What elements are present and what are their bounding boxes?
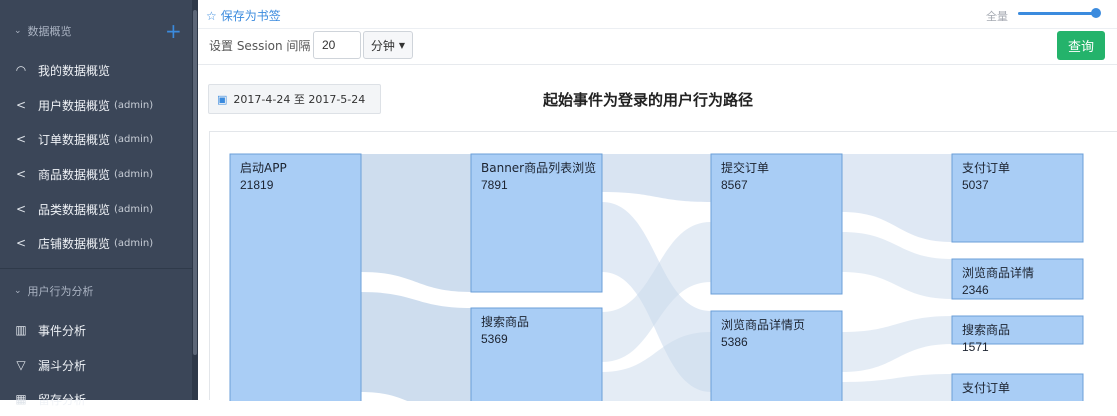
sankey-node[interactable]: 启动APP 21819 — [229, 153, 362, 401]
fullscreen-label: 全量 — [986, 10, 1008, 23]
sankey-node-label: 支付订单 — [962, 161, 1010, 175]
sankey-node-rect — [710, 153, 843, 295]
sidebar-item-label: 商品数据概览 — [38, 167, 111, 182]
sankey-node[interactable]: 支付订单 — [951, 373, 1084, 401]
sidebar-item-label: 订单数据概览 — [38, 132, 111, 147]
sankey-node-value: 21819 — [240, 178, 274, 192]
sankey-node-label: 搜索商品 — [962, 322, 1010, 337]
sankey-node-value: 2346 — [962, 283, 989, 297]
share-icon: < — [15, 167, 27, 181]
date-range-text: 2017-4-24 至 2017-5-24 — [233, 93, 366, 106]
sankey-node-value: 5037 — [962, 178, 989, 192]
admin-tag: (admin) — [114, 168, 154, 180]
sankey-node-label: 支付订单 — [962, 381, 1010, 395]
funnel-icon: ▽ — [16, 358, 26, 372]
sankey-chart: 启动APP 21819 Banner商品列表浏览 7891 搜索商品 5369 提交订单 85… — [229, 153, 1084, 401]
sankey-node[interactable]: 浏览商品详情页 5386 — [710, 310, 843, 401]
sankey-node-value: 1571 — [962, 340, 989, 354]
sankey-node-value: 5386 — [721, 335, 748, 349]
sidebar-item-label: 留存分析 — [38, 392, 87, 407]
fullscreen-slider[interactable] — [1018, 12, 1098, 15]
sankey-node-label: 浏览商品详情页 — [721, 317, 805, 332]
sidebar-item-label: 事件分析 — [38, 323, 87, 338]
date-range-picker[interactable]: ▣ 2017-4-24 至 2017-5-24 — [208, 84, 381, 114]
sidebar-item-event-analysis[interactable]: ▥ 事件分析 — [0, 313, 192, 347]
sankey-node[interactable]: 搜索商品 5369 — [470, 307, 603, 401]
sidebar-divider — [0, 268, 192, 269]
section-header-behavior[interactable]: ⌄ 用户行为分析 — [14, 283, 94, 299]
share-icon: < — [15, 132, 27, 146]
sankey-node-label: 启动APP — [240, 161, 287, 175]
sankey-node[interactable]: 搜索商品 1571 — [951, 315, 1084, 354]
sankey-node-value: 7891 — [481, 178, 508, 192]
grid-icon: ▦ — [15, 392, 27, 406]
sankey-node[interactable]: 浏览商品详情 2346 — [951, 258, 1084, 300]
share-icon: < — [15, 98, 27, 112]
sankey-link[interactable] — [361, 292, 471, 401]
sankey-node[interactable]: 提交订单 8567 — [710, 153, 843, 295]
time-unit-dropdown[interactable]: 分钟 ▼ — [363, 31, 413, 59]
bookmark-label: 保存为书签 — [220, 9, 281, 23]
time-unit-label: 分钟 — [370, 38, 395, 53]
sankey-node-value: 5369 — [481, 332, 508, 346]
sidebar-scroll-thumb[interactable] — [193, 10, 197, 355]
sidebar-item-funnel-analysis[interactable]: ▽ 漏斗分析 — [0, 348, 192, 382]
chart-title: 起始事件为登录的用户行为路径 — [543, 91, 754, 109]
toolbar-divider — [198, 64, 1117, 65]
sidebar-item-product-overview[interactable]: < 商品数据概览 (admin) — [0, 157, 192, 191]
sidebar-item-label: 漏斗分析 — [38, 358, 87, 373]
sidebar-item-label: 品类数据概览 — [38, 202, 111, 217]
sidebar-item-category-overview[interactable]: < 品类数据概览 (admin) — [0, 192, 192, 226]
headphone-icon: ◠ — [15, 63, 27, 77]
sankey-node-value: 8567 — [721, 178, 748, 192]
sidebar-item-retention-analysis[interactable]: ▦ 留存分析 — [0, 382, 192, 416]
session-interval-input[interactable] — [313, 31, 361, 59]
sankey-link[interactable] — [842, 374, 952, 401]
query-button[interactable]: 查询 — [1057, 31, 1105, 60]
save-bookmark-link[interactable]: ☆ 保存为书签 — [206, 7, 281, 24]
sankey-node[interactable]: Banner商品列表浏览 7891 — [470, 153, 603, 293]
section-title: 数据概览 — [27, 25, 72, 38]
sidebar-item-user-overview[interactable]: < 用户数据概览 (admin) — [0, 88, 192, 122]
sankey-chart-panel: 启动APP 21819 Banner商品列表浏览 7891 搜索商品 5369 提交订单 85… — [209, 131, 1117, 401]
sidebar-item-label: 店铺数据概览 — [38, 236, 111, 251]
share-icon: < — [15, 236, 27, 250]
sankey-node-label: 提交订单 — [721, 160, 769, 175]
sidebar: ⌄ 数据概览 + ◠ 我的数据概览 < 用户数据概览 (admin) < 订单数… — [0, 0, 192, 407]
slider-fill — [1018, 12, 1098, 15]
star-icon: ☆ — [206, 8, 217, 23]
sankey-node-label: Banner商品列表浏览 — [481, 160, 596, 175]
admin-tag: (admin) — [114, 203, 154, 215]
chevron-down-icon: ⌄ — [14, 26, 22, 36]
sankey-link[interactable] — [842, 232, 952, 299]
sankey-link[interactable] — [842, 316, 952, 372]
admin-tag: (admin) — [114, 99, 154, 111]
section-header-overview[interactable]: ⌄ 数据概览 — [14, 23, 72, 39]
sankey-link[interactable] — [361, 154, 471, 292]
chevron-down-icon: ⌄ — [14, 286, 22, 296]
sidebar-item-my-overview[interactable]: ◠ 我的数据概览 — [0, 53, 192, 87]
share-icon: < — [15, 202, 27, 216]
slider-knob[interactable] — [1091, 8, 1101, 18]
bar-chart-icon: ▥ — [15, 323, 27, 337]
admin-tag: (admin) — [114, 133, 154, 145]
sankey-node[interactable]: 支付订单 5037 — [951, 153, 1084, 243]
sidebar-item-order-overview[interactable]: < 订单数据概览 (admin) — [0, 122, 192, 156]
add-icon[interactable]: + — [165, 21, 182, 41]
session-interval-label: 设置 Session 间隔 — [209, 39, 311, 53]
section-title: 用户行为分析 — [27, 285, 94, 298]
top-bar: ☆ 保存为书签 全量 — [198, 0, 1117, 29]
sidebar-item-shop-overview[interactable]: < 店铺数据概览 (admin) — [0, 226, 192, 260]
sankey-node-label: 搜索商品 — [481, 314, 529, 329]
main-content: ☆ 保存为书签 全量 设置 Session 间隔 分钟 ▼ 查询 ▣ 2017-… — [198, 0, 1117, 401]
caret-down-icon: ▼ — [398, 40, 406, 50]
calendar-icon: ▣ — [217, 92, 228, 106]
admin-tag: (admin) — [114, 237, 154, 249]
sankey-link[interactable] — [602, 154, 711, 202]
sidebar-item-label: 用户数据概览 — [38, 98, 111, 113]
sankey-link[interactable] — [842, 154, 952, 242]
sankey-node-label: 浏览商品详情 — [962, 265, 1034, 280]
sidebar-item-label: 我的数据概览 — [38, 63, 111, 78]
